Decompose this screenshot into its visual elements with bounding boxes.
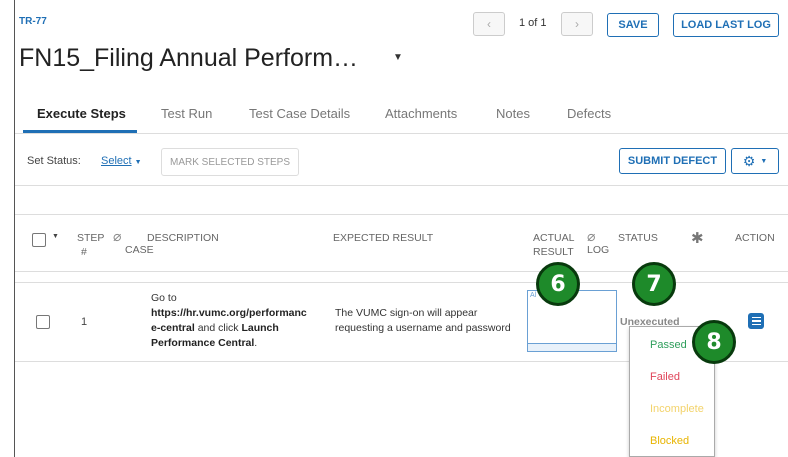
desc-mid-text: and click [194, 322, 242, 334]
status-option-incomplete[interactable]: Incomplete [650, 403, 704, 415]
col-result-label: RESULT [533, 246, 574, 258]
col-description-header: DESCRIPTION [147, 232, 219, 244]
row-description: Go to https://hr.vumc.org/performanc e-c… [151, 291, 331, 351]
chevron-down-icon: ▼ [760, 157, 768, 165]
col-action-header: ACTION [735, 232, 775, 244]
row-action-menu-icon[interactable] [748, 313, 764, 329]
tab-bar: Execute Steps Test Run Test Case Details… [15, 96, 788, 134]
status-toolbar: Set Status: Select ▼ MARK SELECTED STEPS… [15, 134, 788, 186]
row-step-number: 1 [81, 316, 88, 328]
chevron-down-icon: ▼ [134, 159, 142, 166]
table-header-row: ▼ STEP # ⌀ CASE DESCRIPTION EXPECTED RES… [15, 214, 788, 272]
col-log-label: LOG [587, 244, 610, 256]
row-checkbox[interactable] [36, 315, 50, 329]
load-last-log-button[interactable]: LOAD LAST LOG [673, 13, 779, 37]
tab-notes[interactable]: Notes [496, 106, 530, 121]
status-option-failed[interactable]: Failed [650, 371, 680, 383]
col-log-header: ⌀ LOG [587, 229, 609, 257]
desc-url-part-2: e-central [151, 322, 195, 334]
page-title: FN15_Filing Annual Perform… [19, 44, 359, 72]
callout-7: 7 [632, 262, 676, 306]
save-button[interactable]: SAVE [607, 13, 659, 37]
expected-line-2: requesting a username and password [335, 322, 511, 334]
thumb-label: Al [530, 292, 537, 299]
set-status-label: Set Status: [27, 155, 81, 167]
settings-dropdown-button[interactable]: ⚙ ▼ [731, 148, 779, 174]
desc-bold-launch: Launch [241, 322, 279, 334]
submit-defect-button[interactable]: SUBMIT DEFECT [619, 148, 726, 174]
desc-url-part-1: https://hr.vumc.org/performanc [151, 307, 307, 319]
col-case-label: CASE [125, 244, 154, 256]
tab-test-case-details[interactable]: Test Case Details [249, 106, 350, 121]
test-run-panel: TR-77 FN15_Filing Annual Perform… ▼ ‹ 1 … [14, 0, 788, 457]
col-step-label: STEP [77, 232, 105, 244]
status-select[interactable]: Select ▼ [101, 155, 142, 167]
tab-execute-steps[interactable]: Execute Steps [37, 106, 126, 121]
status-option-blocked[interactable]: Blocked [650, 435, 689, 447]
title-dropdown-caret-icon[interactable]: ▼ [393, 52, 403, 63]
log-clip-icon: ⌀ [587, 228, 596, 244]
select-all-checkbox[interactable] [32, 233, 46, 247]
col-actual-result-header: ACTUAL RESULT [533, 231, 574, 259]
prev-page-button[interactable]: ‹ [473, 12, 505, 36]
status-option-passed[interactable]: Passed [650, 339, 687, 351]
tab-attachments[interactable]: Attachments [385, 106, 457, 121]
bug-icon: ✱ [691, 230, 704, 247]
col-step-header[interactable]: STEP # [77, 231, 104, 259]
mark-selected-steps-button[interactable]: MARK SELECTED STEPS [161, 148, 299, 176]
gear-icon: ⚙ [742, 152, 756, 169]
test-run-id-link[interactable]: TR-77 [19, 16, 47, 27]
col-step-hash-label: # [81, 246, 87, 258]
callout-6: 6 [536, 262, 580, 306]
callout-8: 8 [692, 320, 736, 364]
desc-end-text: . [254, 337, 258, 349]
next-page-button[interactable]: › [561, 12, 593, 36]
col-expected-header: EXPECTED RESULT [333, 232, 434, 244]
col-actual-label: ACTUAL [533, 232, 575, 244]
pager-text: 1 of 1 [519, 17, 547, 29]
editor-resize-bar[interactable] [528, 343, 616, 351]
active-tab-indicator [23, 130, 137, 133]
col-status-header: STATUS [618, 232, 658, 244]
desc-line-1: Go to [151, 292, 177, 304]
status-select-label: Select [101, 155, 132, 167]
expected-line-1: The VUMC sign-on will appear [335, 307, 478, 319]
select-all-chevron-icon[interactable]: ▼ [52, 233, 59, 240]
tab-defects[interactable]: Defects [567, 106, 611, 121]
desc-bold-performance-central: Performance Central [151, 337, 255, 349]
row-expected-result: The VUMC sign-on will appear requesting … [335, 306, 535, 336]
tab-test-run[interactable]: Test Run [161, 106, 212, 121]
